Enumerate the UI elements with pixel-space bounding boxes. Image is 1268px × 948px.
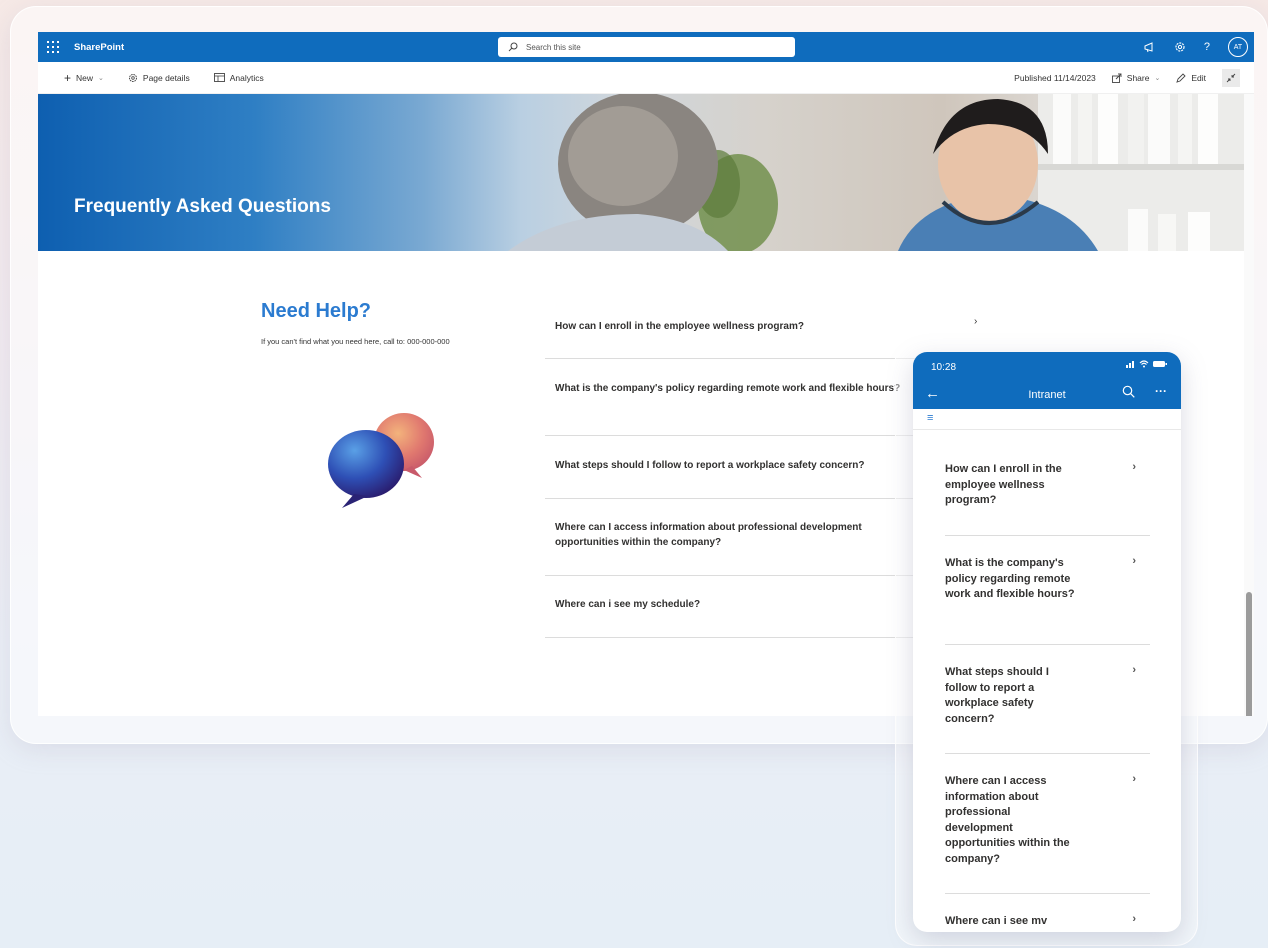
faq-item[interactable]: Where can i see my schedule? — [545, 576, 925, 638]
share-button[interactable]: Share ⌄ — [1111, 73, 1161, 83]
divider — [945, 535, 1150, 536]
search-placeholder: Search this site — [526, 42, 581, 52]
published-status: Published 11/14/2023 — [1014, 73, 1096, 83]
chevron-down-icon: ⌄ — [98, 74, 104, 82]
need-help-text: If you can't find what you need here, ca… — [261, 337, 450, 346]
phone-faq-item[interactable]: What is the company's policy regarding r… — [945, 555, 1150, 603]
search-icon[interactable] — [1122, 385, 1135, 398]
phone-title: Intranet — [1028, 389, 1066, 401]
scrollbar-thumb[interactable] — [1246, 592, 1252, 716]
chevron-right-icon: › — [974, 316, 978, 327]
edit-label: Edit — [1191, 73, 1206, 83]
faq-list: How can I enroll in the employee wellnes… — [545, 302, 977, 638]
new-button[interactable]: + New ⌄ — [64, 71, 104, 85]
phone-faq-item[interactable]: What steps should I follow to report a w… — [945, 664, 1150, 727]
faq-question: How can I enroll in the employee wellnes… — [555, 321, 804, 332]
megaphone-icon[interactable] — [1144, 41, 1156, 53]
chevron-right-icon: › — [1132, 555, 1136, 567]
analytics-icon — [213, 73, 225, 82]
faq-question: Where can I access information about pro… — [555, 522, 862, 548]
divider — [945, 753, 1150, 754]
edit-button[interactable]: Edit — [1176, 73, 1206, 83]
hero-banner: Frequently Asked Questions — [38, 94, 1244, 251]
chevron-down-icon: ⌄ — [1154, 75, 1161, 82]
avatar-initials: AT — [1233, 43, 1243, 51]
app-name[interactable]: SharePoint — [74, 42, 124, 53]
share-icon — [1111, 73, 1122, 83]
divider — [913, 429, 1181, 430]
chat-bubbles-icon — [328, 413, 434, 508]
help-icon[interactable]: ? — [1204, 41, 1210, 53]
app-launcher-icon[interactable] — [38, 32, 68, 62]
new-label: New — [76, 72, 94, 83]
search-box[interactable]: Search this site — [498, 37, 795, 57]
analytics-label: Analytics — [229, 72, 264, 83]
collapse-button[interactable] — [1222, 69, 1240, 87]
analytics-button[interactable]: Analytics — [213, 72, 264, 83]
phone-faq-question: What is the company's policy regarding r… — [945, 557, 1075, 600]
status-icons — [1125, 360, 1167, 370]
divider — [945, 893, 1150, 894]
more-icon[interactable]: ··· — [1155, 384, 1167, 398]
faq-question: What steps should I follow to report a w… — [555, 460, 865, 471]
battery-icon — [1153, 361, 1167, 367]
share-label: Share — [1126, 73, 1150, 83]
chevron-right-icon: › — [1132, 461, 1136, 473]
phone-faq-item[interactable]: Where can i see mv › — [945, 913, 1150, 930]
phone-header: 10:28 ← Intranet ··· — [913, 352, 1181, 409]
chevron-right-icon: › — [1132, 664, 1136, 676]
phone-faq-question: Where can I access information about pro… — [945, 775, 1070, 865]
faq-item[interactable]: Where can I access information about pro… — [545, 499, 925, 576]
hero-photo-icon — [508, 94, 1244, 251]
faq-question: What is the company's policy regarding r… — [555, 383, 901, 394]
collapse-icon — [1226, 73, 1236, 83]
search-icon — [508, 42, 518, 52]
faq-item[interactable]: What steps should I follow to report a w… — [545, 436, 925, 499]
wifi-icon — [1140, 360, 1149, 368]
chevron-right-icon: › — [1132, 913, 1136, 925]
phone-faq-question: What steps should I follow to report a w… — [945, 666, 1049, 725]
settings-icon — [128, 73, 137, 82]
phone-faq-question: Where can i see mv — [945, 915, 1048, 927]
chevron-right-icon: › — [1132, 773, 1136, 785]
page-details-button[interactable]: Page details — [128, 73, 190, 83]
signal-icon — [1125, 361, 1134, 368]
phone-faq-question: How can I enroll in the employee wellnes… — [945, 463, 1062, 506]
need-help-heading: Need Help? — [261, 300, 372, 322]
mobile-preview: 10:28 ← Intranet ··· ≡ How can I enroll … — [913, 352, 1181, 932]
plus-icon: + — [64, 70, 72, 85]
pencil-icon — [1176, 73, 1186, 83]
divider — [945, 644, 1150, 645]
page-details-label: Page details — [142, 72, 190, 83]
avatar[interactable]: AT — [1228, 37, 1248, 57]
phone-faq-item[interactable]: How can I enroll in the employee wellnes… — [945, 461, 1150, 509]
faq-question: Where can i see my schedule? — [555, 599, 701, 610]
page-scrollbar[interactable] — [1244, 94, 1254, 716]
command-bar: + New ⌄ Page details Analytics Published… — [38, 62, 1254, 94]
faq-item[interactable]: What is the company's policy regarding r… — [545, 359, 925, 436]
gear-icon[interactable] — [1174, 41, 1186, 53]
hamburger-menu-icon[interactable]: ≡ — [927, 412, 933, 424]
faq-item[interactable]: How can I enroll in the employee wellnes… — [545, 302, 977, 359]
suite-bar: SharePoint Search this site ? AT — [38, 32, 1254, 62]
phone-faq-item[interactable]: Where can I access information about pro… — [945, 773, 1150, 867]
hero-title: Frequently Asked Questions — [74, 196, 331, 217]
phone-time: 10:28 — [931, 362, 957, 373]
